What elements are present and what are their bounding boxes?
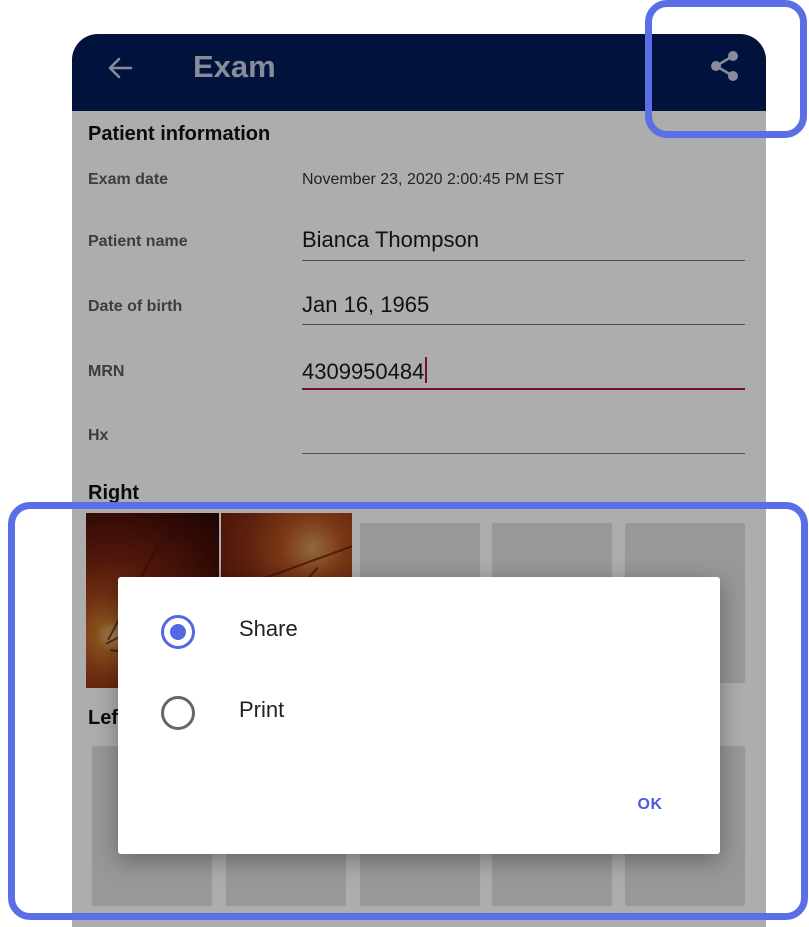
dialog-highlight bbox=[8, 502, 808, 920]
share-button-highlight bbox=[645, 0, 807, 138]
